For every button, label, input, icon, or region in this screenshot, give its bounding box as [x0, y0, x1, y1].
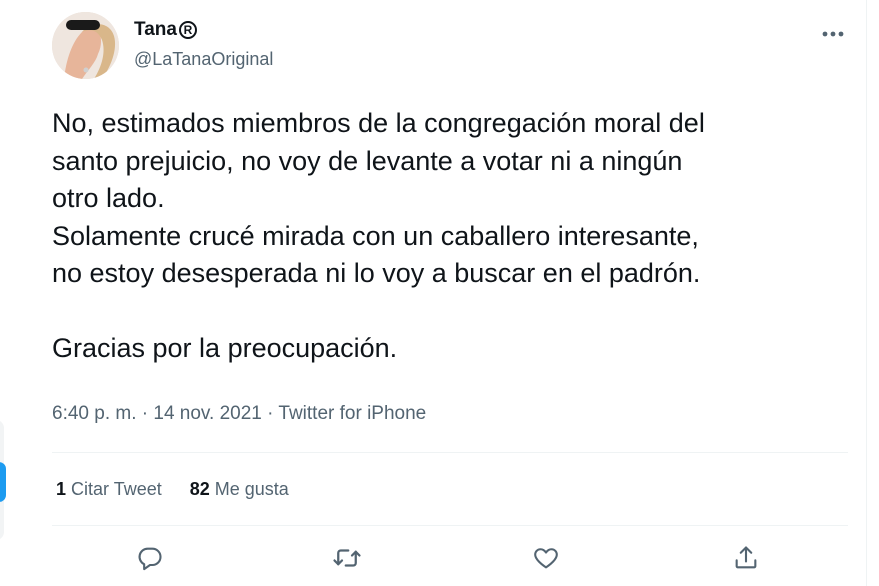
tweet-time[interactable]: 6:40 p. m. [52, 403, 137, 424]
display-name[interactable]: Tana R [134, 18, 273, 42]
tweet-stats: 1 Citar Tweet 82 Me gusta [56, 476, 289, 502]
likes-label: Me gusta [214, 479, 289, 499]
share-icon[interactable] [730, 542, 762, 574]
likes-stat[interactable]: 82 Me gusta [190, 476, 289, 502]
registered-mark-icon: R [178, 21, 197, 39]
divider [52, 525, 848, 526]
retweet-icon[interactable] [331, 542, 363, 574]
quotes-count: 1 [56, 479, 67, 499]
heart-icon[interactable] [530, 542, 562, 574]
reply-icon[interactable] [134, 542, 166, 574]
column-divider [866, 0, 867, 586]
divider [52, 452, 848, 453]
tweet-page: Tana R @LaTanaOriginal No, estimados mie… [0, 0, 879, 586]
meta-separator: · [267, 403, 274, 424]
tweet-date[interactable]: 14 nov. 2021 [153, 403, 261, 424]
side-button-edge[interactable] [0, 462, 6, 502]
tweet-source[interactable]: Twitter for iPhone [278, 403, 426, 424]
tweet-actions [52, 536, 848, 580]
quotes-stat[interactable]: 1 Citar Tweet [56, 476, 162, 502]
likes-count: 82 [189, 479, 210, 499]
quotes-label: Citar Tweet [71, 479, 162, 499]
meta-separator: · [141, 403, 149, 424]
tweet-meta: 6:40 p. m. · 14 nov. 2021 · Twitter for … [52, 400, 426, 428]
avatar[interactable] [52, 12, 119, 79]
display-name-text: Tana [134, 19, 177, 40]
tweet-text: No, estimados miembros de la congregació… [52, 108, 705, 363]
more-horizontal-icon[interactable] [818, 24, 848, 44]
user-handle[interactable]: @LaTanaOriginal [134, 48, 273, 70]
avatar-image [52, 12, 119, 79]
tweet-header: Tana R @LaTanaOriginal [52, 12, 852, 82]
author-block: Tana R @LaTanaOriginal [134, 18, 273, 70]
